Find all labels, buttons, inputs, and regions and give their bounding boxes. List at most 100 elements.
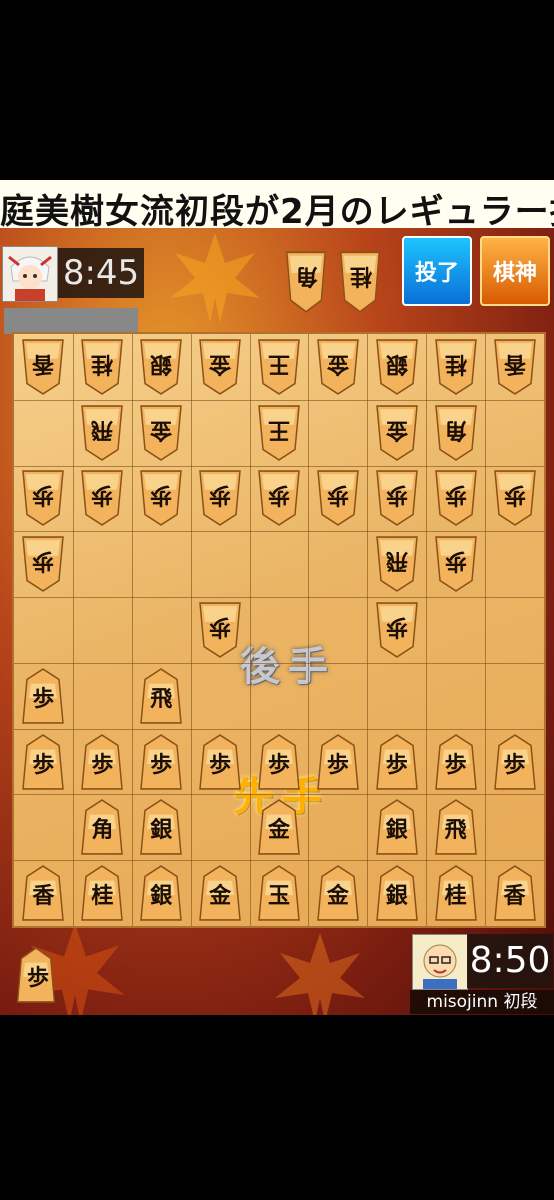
shogi-piece-sente[interactable]: 飛 [137,667,185,725]
shogi-piece-sente[interactable]: 歩 [137,733,185,791]
shogi-piece-gote[interactable]: 歩 [432,535,480,593]
player-avatar[interactable] [412,934,468,990]
piece-label: 香 [503,883,526,910]
shogi-board[interactable]: 後手 先手 香桂銀金王金銀桂香飛金王金角歩歩歩歩歩歩歩歩歩歩飛歩歩歩歩飛歩歩歩歩… [12,332,546,928]
shogi-piece-sente[interactable]: 香 [491,864,539,922]
shogi-piece-gote[interactable]: 桂 [78,338,126,396]
opponent-avatar[interactable] [2,246,58,302]
opponent-captured-pieces: 角桂 [283,250,387,322]
shogi-piece-sente[interactable]: 飛 [432,798,480,856]
board-gridline [14,597,544,599]
bottom-black-bar [0,1015,554,1200]
shogi-piece-gote[interactable]: 桂 [432,338,480,396]
shogi-piece-sente[interactable]: 桂 [432,864,480,922]
piece-label: 歩 [150,482,173,509]
shogi-piece-gote[interactable]: 歩 [19,469,67,527]
board-gridline [131,334,133,926]
shogi-piece-gote[interactable]: 歩 [78,469,126,527]
resign-button[interactable]: 投了 [402,236,472,306]
shogi-piece-sente[interactable]: 歩 [314,733,362,791]
shogi-piece-sente[interactable]: 歩 [432,733,480,791]
board-gridline [14,399,544,401]
piece-label: 桂 [91,350,114,377]
shogi-piece-gote[interactable]: 歩 [19,535,67,593]
shogi-piece-gote[interactable]: 歩 [491,469,539,527]
shogi-piece-sente[interactable]: 玉 [255,864,303,922]
shogi-piece-gote[interactable]: 王 [255,404,303,462]
shogi-piece-sente[interactable]: 歩 [14,946,58,1004]
piece-label: 香 [32,883,55,910]
board-gridline [14,531,544,533]
shogi-piece-gote[interactable]: 飛 [78,404,126,462]
shogi-piece-gote[interactable]: 金 [314,338,362,396]
shogi-piece-sente[interactable]: 香 [19,864,67,922]
piece-label: 歩 [503,482,526,509]
shogi-piece-gote[interactable]: 角 [432,404,480,462]
piece-label: 歩 [267,751,290,778]
opponent-name-redacted [4,308,138,334]
shogi-piece-gote[interactable]: 歩 [373,469,421,527]
shogi-piece-gote[interactable]: 歩 [196,469,244,527]
shogi-piece-gote[interactable]: 金 [196,338,244,396]
player-timer: 8:50 [467,934,553,988]
piece-label: 歩 [209,482,232,509]
piece-label: 玉 [267,883,290,910]
shogi-piece-sente[interactable]: 銀 [373,864,421,922]
shogi-piece-sente[interactable]: 歩 [255,733,303,791]
shogi-piece-gote[interactable]: 銀 [137,338,185,396]
piece-label: 香 [503,350,526,377]
shogi-piece-gote[interactable]: 飛 [373,535,421,593]
shogi-piece-sente[interactable]: 角 [78,798,126,856]
board-gridline [72,334,74,926]
shogi-piece-gote[interactable]: 歩 [314,469,362,527]
shogi-piece-gote[interactable]: 銀 [373,338,421,396]
piece-label: 金 [209,350,232,377]
shogi-piece-sente[interactable]: 歩 [19,733,67,791]
shogi-piece-sente[interactable]: 銀 [137,864,185,922]
shogi-piece-gote[interactable]: 香 [19,338,67,396]
piece-label: 歩 [91,751,114,778]
piece-label: 歩 [444,751,467,778]
piece-label: 桂 [444,883,467,910]
shogi-piece-gote[interactable]: 金 [373,404,421,462]
opponent-timer: 8:45 [58,248,144,298]
shogi-piece-sente[interactable]: 金 [196,864,244,922]
shogi-piece-gote[interactable]: 角 [283,250,329,314]
shogi-piece-gote[interactable]: 金 [137,404,185,462]
piece-label: 桂 [444,350,467,377]
piece-label: 歩 [209,614,232,640]
shogi-piece-sente[interactable]: 金 [314,864,362,922]
shogi-piece-sente[interactable]: 桂 [78,864,126,922]
shogi-piece-gote[interactable]: 歩 [432,469,480,527]
piece-label: 角 [296,263,319,289]
board-gridline [14,662,544,664]
shogi-piece-sente[interactable]: 歩 [19,667,67,725]
piece-label: 飛 [444,817,467,844]
shogi-piece-gote[interactable]: 香 [491,338,539,396]
shogi-piece-sente[interactable]: 歩 [196,733,244,791]
shogi-piece-sente[interactable]: 金 [255,798,303,856]
shogi-piece-sente[interactable]: 歩 [373,733,421,791]
shogi-piece-gote[interactable]: 桂 [337,250,383,314]
board-gridline [14,860,544,862]
board-gridline [14,465,544,467]
piece-label: 歩 [444,548,467,575]
news-ticker-banner: 庭美樹女流初段が2月のレギュラー指 [0,180,554,228]
shogi-piece-gote[interactable]: 歩 [373,601,421,659]
piece-label: 歩 [91,482,114,509]
piece-label: 歩 [385,482,408,509]
maple-leaf-icon [170,233,260,323]
piece-label: 王 [268,350,291,377]
shogi-piece-gote[interactable]: 歩 [255,469,303,527]
kishin-button[interactable]: 棋神 [480,236,550,306]
shogi-piece-sente[interactable]: 銀 [373,798,421,856]
shogi-piece-sente[interactable]: 歩 [491,733,539,791]
piece-label: 銀 [150,350,173,377]
shogi-piece-gote[interactable]: 歩 [196,601,244,659]
piece-label: 角 [444,416,467,443]
shogi-piece-gote[interactable]: 王 [255,338,303,396]
piece-label: 歩 [32,751,55,778]
shogi-piece-gote[interactable]: 歩 [137,469,185,527]
shogi-piece-sente[interactable]: 銀 [137,798,185,856]
shogi-piece-sente[interactable]: 歩 [78,733,126,791]
